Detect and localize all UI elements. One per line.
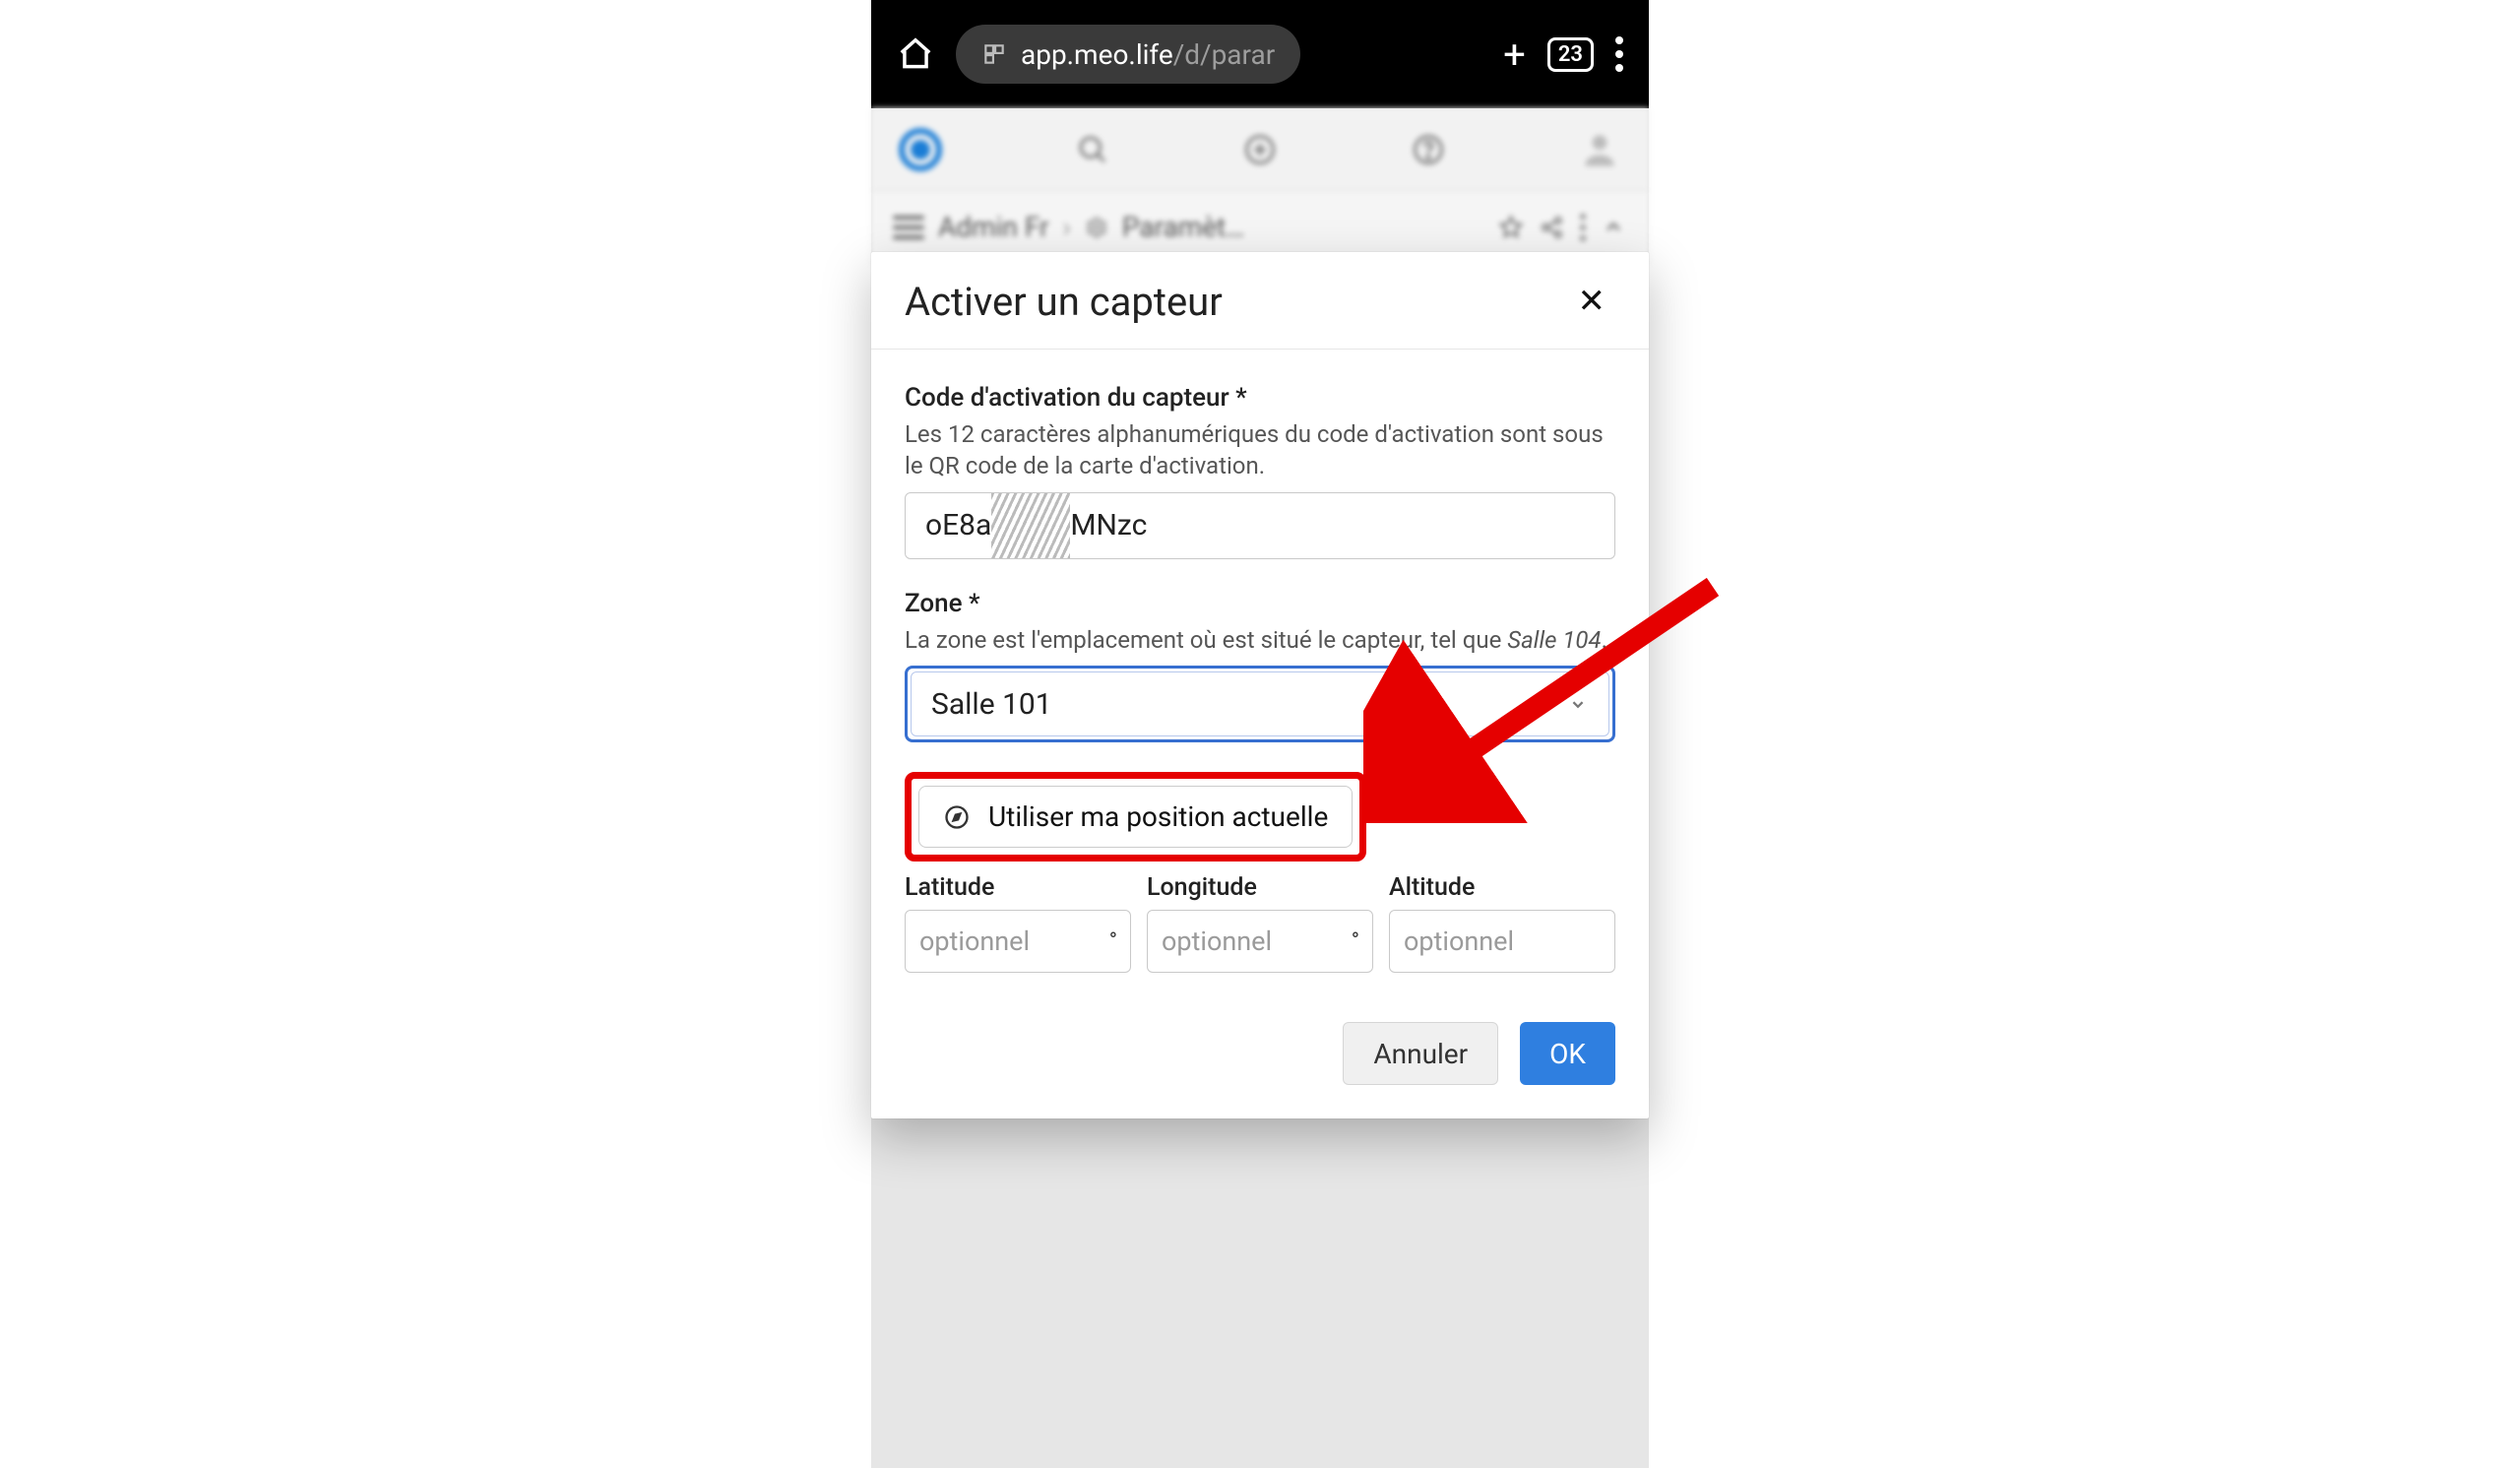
add-icon[interactable] [1242, 132, 1278, 167]
browser-chrome: app.meo.life/d/parar + 23 [871, 0, 1649, 108]
redacted-icon [991, 493, 1070, 558]
url-path: /d/parar [1173, 38, 1276, 71]
code-label: Code d'activation du capteur * [905, 383, 1615, 413]
ok-button[interactable]: OK [1520, 1022, 1615, 1085]
annotation-highlight: Utiliser ma position actuelle [905, 772, 1366, 862]
help-icon[interactable] [1411, 132, 1446, 167]
zone-select[interactable]: Salle 101 [911, 671, 1609, 736]
use-my-location-button[interactable]: Utiliser ma position actuelle [918, 786, 1353, 848]
code-help: Les 12 caractères alphanumériques du cod… [905, 418, 1615, 482]
gear-icon [1085, 216, 1108, 239]
compass-icon [943, 803, 971, 831]
zone-label: Zone * [905, 589, 1615, 618]
chevron-down-icon [1567, 693, 1589, 715]
zone-help: La zone est l'emplacement où est situé l… [905, 624, 1615, 656]
home-icon[interactable] [897, 35, 934, 73]
activate-sensor-dialog: Activer un capteur ✕ Code d'activation d… [871, 252, 1649, 1118]
degree-unit: ° [1352, 929, 1359, 954]
longitude-input[interactable] [1147, 910, 1373, 973]
longitude-label: Longitude [1147, 873, 1373, 902]
activation-code-input[interactable]: oE8aMNzc [905, 492, 1615, 559]
latitude-input[interactable] [905, 910, 1131, 973]
dialog-title: Activer un capteur [905, 279, 1568, 325]
tabs-count-badge[interactable]: 23 [1547, 37, 1594, 72]
close-icon[interactable]: ✕ [1568, 276, 1616, 327]
menu-icon[interactable] [893, 216, 924, 239]
search-icon[interactable] [1075, 132, 1110, 167]
url-bar[interactable]: app.meo.life/d/parar [956, 25, 1300, 84]
latitude-label: Latitude [905, 873, 1131, 902]
app-logo-icon [899, 128, 942, 171]
browser-menu-icon[interactable] [1615, 36, 1623, 72]
star-icon[interactable] [1497, 214, 1525, 241]
altitude-label: Altitude [1389, 873, 1615, 902]
zone-value: Salle 101 [931, 687, 1567, 722]
cancel-button[interactable]: Annuler [1343, 1022, 1498, 1085]
breadcrumb-page[interactable]: Paramèt… [1122, 211, 1244, 243]
app-header-blurred: Admin Fr › Paramèt… [871, 108, 1649, 264]
kebab-menu-icon[interactable] [1580, 214, 1586, 241]
breadcrumb-root[interactable]: Admin Fr [938, 211, 1048, 243]
url-domain: app.meo.life [1021, 38, 1173, 71]
avatar-icon[interactable] [1578, 128, 1621, 171]
chevron-up-icon[interactable] [1600, 214, 1627, 241]
altitude-input[interactable] [1389, 910, 1615, 973]
degree-unit: ° [1109, 929, 1117, 954]
new-tab-icon[interactable]: + [1503, 32, 1526, 78]
share-icon[interactable] [1539, 214, 1566, 241]
